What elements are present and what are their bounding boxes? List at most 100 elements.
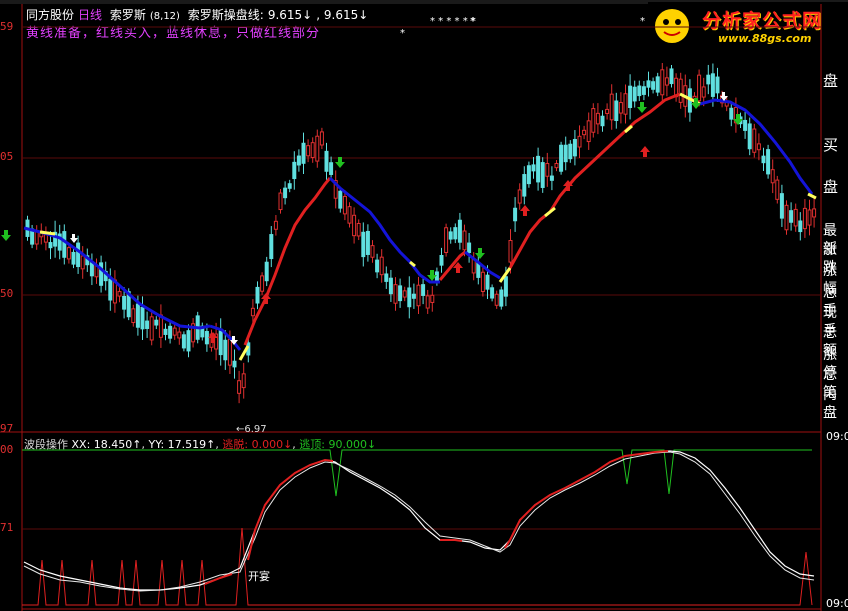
candle-body <box>319 131 324 146</box>
candle-body <box>398 285 403 302</box>
candle-body <box>770 169 775 184</box>
candle-body <box>697 74 702 102</box>
candle-body <box>480 271 485 293</box>
candle-body <box>715 76 720 94</box>
candle-body <box>131 308 136 324</box>
buy-arrows <box>208 146 650 343</box>
candle-body <box>140 306 145 330</box>
candle-body <box>513 207 518 222</box>
candle-body <box>365 230 370 255</box>
open-position-label: 开宴 <box>248 569 270 583</box>
candle-body <box>177 331 182 339</box>
candle-body <box>568 143 573 160</box>
soros-line-red <box>243 177 332 346</box>
candle-body <box>729 107 734 120</box>
candle-body <box>62 231 67 258</box>
candle-body <box>444 227 449 254</box>
svg-text:*: * <box>470 16 475 27</box>
candle-body <box>71 251 76 265</box>
xx-value: XX: 18.450↑ <box>71 438 142 451</box>
candle-body <box>559 144 564 172</box>
candle-body <box>43 234 48 243</box>
candle-body <box>453 227 458 240</box>
candle-body <box>172 327 177 336</box>
candle-body <box>614 100 619 121</box>
svg-text:*: * <box>400 28 405 39</box>
candle-body <box>467 242 472 254</box>
candle-body <box>761 155 766 164</box>
candle-body <box>503 276 508 297</box>
candle-body <box>637 85 642 97</box>
candle-body <box>710 73 715 97</box>
candle-body <box>273 220 278 230</box>
candle-body <box>356 222 361 237</box>
sidebar-label: 买 <box>823 136 839 154</box>
candle-body <box>430 294 435 303</box>
candle-body <box>264 261 269 282</box>
candle-body <box>706 74 711 85</box>
candle-body <box>632 86 637 102</box>
candle-body <box>218 328 223 356</box>
candle-body <box>48 242 53 249</box>
candle-body <box>329 162 334 175</box>
candle-body <box>508 240 513 263</box>
candle-body <box>89 262 94 277</box>
candle-body <box>402 290 407 298</box>
candle-body <box>352 214 357 237</box>
candle-body <box>117 291 122 297</box>
candlesticks <box>25 62 817 404</box>
candle-body <box>701 86 706 98</box>
candle-body <box>439 255 444 266</box>
candle-body <box>572 138 577 157</box>
candle-body <box>591 108 596 133</box>
candle-body <box>301 142 306 164</box>
candle-body <box>752 128 757 153</box>
candle-body <box>655 76 660 93</box>
candle-body <box>425 295 430 309</box>
time-label: 09:0 <box>826 597 848 610</box>
candle-body <box>204 331 209 345</box>
candle-body <box>779 193 784 219</box>
candle-body <box>623 93 628 115</box>
candle-body <box>168 325 173 339</box>
candle-body <box>798 220 803 233</box>
candle-body <box>531 164 536 172</box>
candle-body <box>628 85 633 109</box>
candle-body <box>526 165 531 185</box>
sidebar-label: 内盘 <box>823 387 837 421</box>
candle-body <box>549 175 554 181</box>
candle-body <box>370 245 375 258</box>
candle-body <box>181 334 186 349</box>
candle-body <box>471 258 476 274</box>
yy-value: YY: 17.519↑ <box>148 438 216 451</box>
candle-body <box>812 208 817 218</box>
sell-value: 逃脱: 0.000↓ <box>222 438 293 451</box>
candle-body <box>361 231 366 258</box>
time-label: 09:0 <box>826 430 848 443</box>
candle-body <box>582 129 587 136</box>
candle-body <box>278 192 283 211</box>
candle-body <box>462 230 467 251</box>
indicator-name[interactable]: 波段操作 <box>24 438 68 451</box>
candle-body <box>494 293 499 306</box>
candle-body <box>186 330 191 352</box>
xx-line <box>23 450 815 591</box>
candle-body <box>807 209 812 226</box>
candle-body <box>163 328 168 335</box>
candle-body <box>793 208 798 227</box>
indicator-header: 波段操作 XX: 18.450↑, YY: 17.519↑, 逃脱: 0.000… <box>24 438 377 451</box>
candle-body <box>554 162 559 169</box>
candle-body <box>255 286 260 304</box>
xx-red-segments <box>204 450 669 585</box>
candle-body <box>145 320 150 329</box>
candle-body <box>269 234 274 260</box>
candle-body <box>802 207 807 230</box>
candle-body <box>315 135 320 162</box>
soros-line-blue <box>328 176 440 284</box>
candle-body <box>756 143 761 151</box>
candle-body <box>287 183 292 189</box>
candle-body <box>490 287 495 299</box>
candle-body <box>384 273 389 282</box>
candle-body <box>416 284 421 307</box>
candle-body <box>241 373 246 389</box>
